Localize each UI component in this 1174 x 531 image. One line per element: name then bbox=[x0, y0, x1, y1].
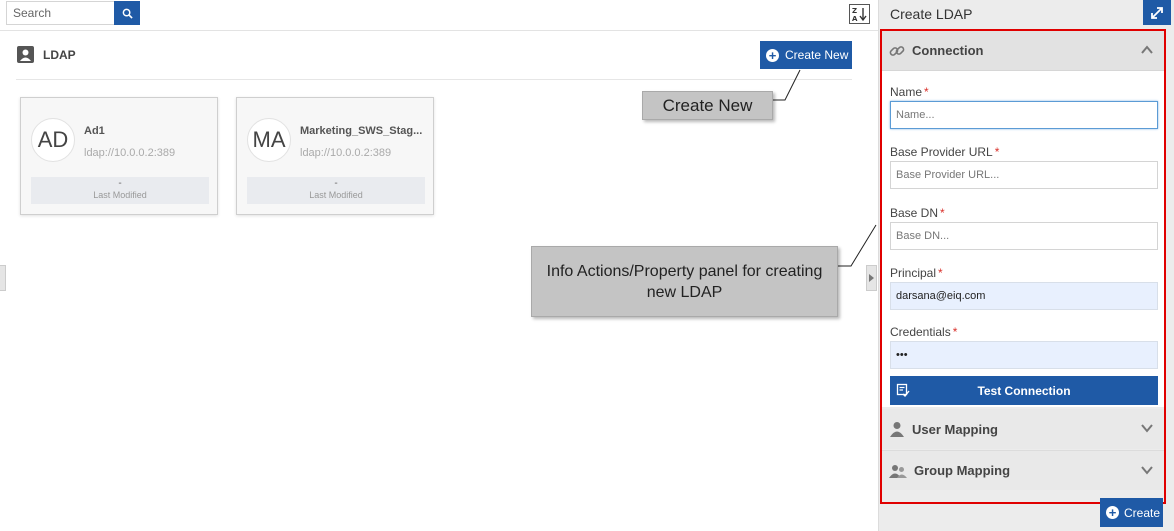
last-modified-label: Last Modified bbox=[309, 190, 363, 200]
ldap-card[interactable]: AD Ad1 ldap://10.0.0.2:389 - Last Modifi… bbox=[20, 97, 218, 215]
create-new-button[interactable]: + Create New bbox=[760, 41, 852, 69]
svg-text:A: A bbox=[852, 15, 858, 22]
avatar: MA bbox=[247, 118, 291, 162]
panel-title: Create LDAP bbox=[890, 6, 973, 22]
callout-create-new: Create New bbox=[642, 91, 773, 120]
plus-circle-icon: + bbox=[766, 48, 779, 62]
property-panel: Create LDAP Connection Name* Base Provid… bbox=[878, 0, 1174, 531]
expand-icon bbox=[1151, 6, 1163, 19]
card-footer: - Last Modified bbox=[31, 177, 209, 204]
last-modified-label: Last Modified bbox=[93, 190, 147, 200]
left-panel-handle[interactable] bbox=[0, 265, 6, 291]
app-root: ZA LDAP + Create New AD Ad1 ldap://10.0.… bbox=[0, 0, 1174, 531]
last-modified-value: - bbox=[334, 178, 338, 189]
card-url: ldap://10.0.0.2:389 bbox=[300, 147, 392, 159]
callout-info-panel: Info Actions/Property panel for creating… bbox=[531, 246, 838, 317]
page-title: LDAP bbox=[43, 48, 76, 62]
plus-circle-icon: + bbox=[1106, 506, 1119, 519]
search-button[interactable] bbox=[114, 1, 140, 25]
create-button[interactable]: + Create bbox=[1100, 498, 1163, 527]
user-card-icon bbox=[17, 46, 34, 63]
right-panel-handle[interactable] bbox=[866, 265, 877, 291]
highlight-frame bbox=[880, 29, 1166, 504]
search-icon bbox=[122, 8, 133, 19]
top-divider bbox=[0, 30, 878, 31]
search-input[interactable] bbox=[6, 1, 114, 25]
create-label: Create bbox=[1124, 505, 1161, 520]
card-name: Ad1 bbox=[84, 125, 105, 137]
ldap-card[interactable]: MA Marketing_SWS_Stag... ldap://10.0.0.2… bbox=[236, 97, 434, 215]
last-modified-value: - bbox=[118, 178, 122, 189]
avatar: AD bbox=[31, 118, 75, 162]
card-url: ldap://10.0.0.2:389 bbox=[84, 147, 176, 159]
create-new-label: Create New bbox=[785, 48, 849, 62]
card-name: Marketing_SWS_Stag... bbox=[300, 125, 423, 137]
svg-text:Z: Z bbox=[852, 7, 857, 15]
arrow-right-icon bbox=[869, 274, 874, 282]
header-divider bbox=[16, 79, 852, 80]
expand-button[interactable] bbox=[1143, 0, 1171, 25]
card-footer: - Last Modified bbox=[247, 177, 425, 204]
sort-az-icon[interactable]: ZA bbox=[849, 4, 870, 24]
